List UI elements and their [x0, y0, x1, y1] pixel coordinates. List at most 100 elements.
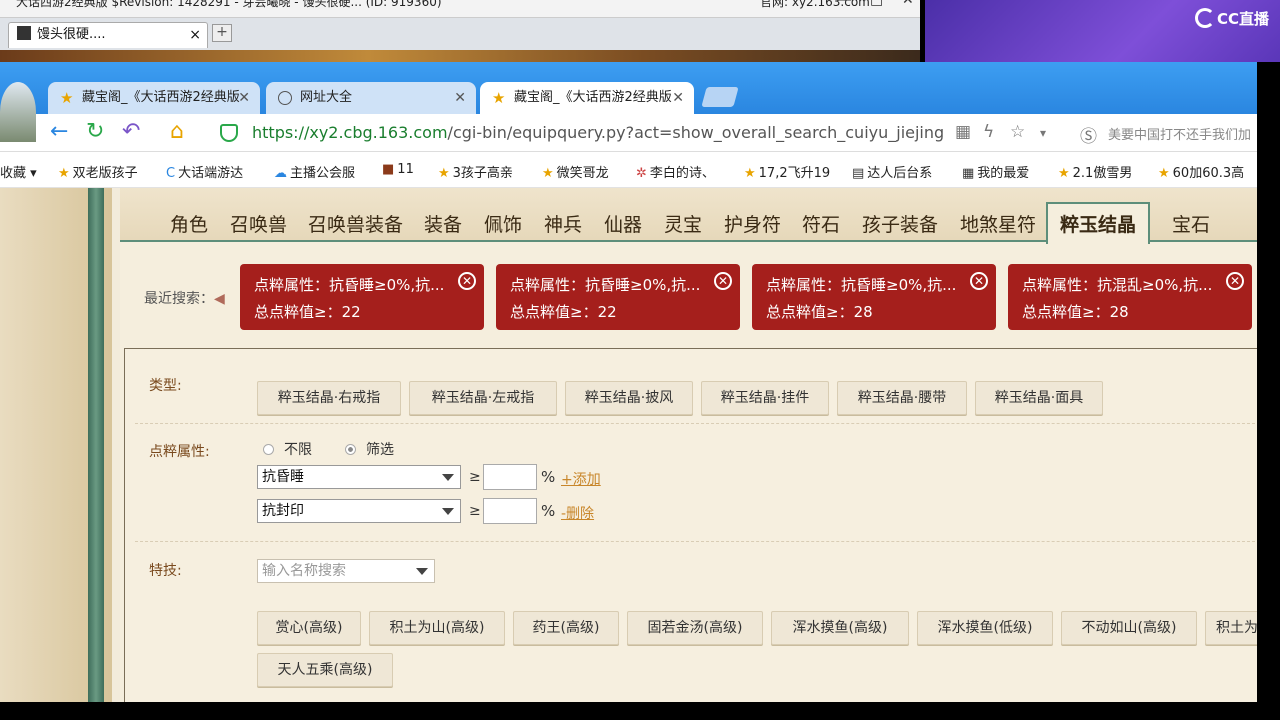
recent-search-chip[interactable]: 点粹属性：抗混乱≥0%,抗... 总点粹值≥：28 ✕ — [1008, 264, 1252, 330]
search-engine-icon[interactable]: Ⓢ — [1080, 122, 1097, 147]
bookmark-item[interactable]: 收藏 ▾ — [0, 162, 37, 181]
bookmark-item[interactable]: ▤ 达人后台系 — [852, 162, 932, 181]
bookmark-item[interactable]: ▦ 我的最爱 — [962, 162, 1029, 181]
skill-option[interactable]: 药王(高级) — [513, 611, 619, 645]
close-window-button[interactable]: ✕ — [902, 0, 914, 7]
new-tab-button[interactable]: + — [212, 24, 232, 42]
bookmark-item[interactable]: ★ 3孩子高亲 — [438, 162, 513, 181]
type-option-left-ring[interactable]: 粹玉结晶·左戒指 — [409, 381, 557, 415]
attr-value-input-2[interactable] — [483, 498, 537, 524]
chip-line-2: 总点粹值≥：22 — [510, 303, 617, 321]
url-field[interactable]: https://xy2.cbg.163.com/cgi-bin/equipque… — [252, 123, 944, 142]
skill-option[interactable]: 积土为山(高级) — [369, 611, 505, 645]
recent-search-chip[interactable]: 点粹属性：抗昏睡≥0%,抗... 总点粹值≥：22 ✕ — [240, 264, 484, 330]
skill-search-select[interactable]: 输入名称搜索 — [257, 559, 435, 583]
tab-immortal-item[interactable]: 仙器 — [604, 210, 642, 237]
home-icon[interactable]: ⌂ — [170, 120, 184, 144]
undo-icon[interactable]: ↶ — [122, 120, 140, 144]
refresh-icon[interactable]: ↻ — [86, 120, 104, 144]
skill-option[interactable]: 不动如山(高级) — [1061, 611, 1197, 645]
skill-option[interactable]: 浑水摸鱼(高级) — [771, 611, 909, 645]
type-option-mask[interactable]: 粹玉结晶·面具 — [975, 381, 1103, 415]
bottom-black-bar — [0, 702, 1280, 720]
minimize-button[interactable]: — — [838, 0, 852, 7]
recent-search-chip[interactable]: 点粹属性：抗昏睡≥0%,抗... 总点粹值≥：28 ✕ — [752, 264, 996, 330]
game-scene-strip — [0, 50, 920, 62]
bookmark-item[interactable]: ★ 60加60.3高 — [1158, 162, 1244, 181]
skill-option-partial[interactable]: 积土为 — [1205, 611, 1257, 645]
close-icon[interactable]: ✕ — [238, 82, 250, 114]
bookmark-label: 3孩子高亲 — [452, 166, 513, 181]
tab-cuiyu-crystal[interactable]: 粹玉结晶 — [1046, 202, 1151, 244]
close-icon[interactable]: ✕ — [714, 272, 732, 290]
bookmarks-bar: 收藏 ▾ ★ 双老版孩子 C 大话端游达 ☁ 主播公会服 ■ 11 ★ 3孩子高亲 ★ 微笑… — [0, 152, 1257, 188]
tab-summon-equip[interactable]: 召唤兽装备 — [308, 210, 403, 237]
close-icon[interactable]: ✕ — [672, 82, 684, 114]
bookmark-label: 微笑哥龙 — [556, 166, 609, 181]
add-attr-link[interactable]: +添加 — [561, 469, 601, 489]
radio-filter[interactable]: 筛选 — [345, 439, 394, 459]
search-input[interactable]: 美要中国打不还手我们加 — [1108, 124, 1251, 143]
c-logo-icon: C — [166, 166, 176, 181]
star-chick-icon: ★ — [744, 166, 756, 181]
tab-amulet[interactable]: 护身符 — [724, 210, 781, 237]
new-tab-button[interactable] — [701, 87, 739, 107]
game-tab[interactable]: 馒头很硬.... × — [8, 22, 208, 48]
type-option-cape[interactable]: 粹玉结晶·披风 — [565, 381, 693, 415]
skill-option[interactable]: 固若金汤(高级) — [627, 611, 763, 645]
bookmark-item[interactable]: ★ 双老版孩子 — [58, 162, 138, 181]
tab-spirit-treasure[interactable]: 灵宝 — [664, 210, 702, 237]
url-host: https://xy2.cbg.163.com — [252, 123, 448, 142]
tab-child-equip[interactable]: 孩子装备 — [862, 210, 938, 237]
close-icon[interactable]: ✕ — [970, 272, 988, 290]
type-option-right-ring[interactable]: 粹玉结晶·右戒指 — [257, 381, 401, 415]
recent-search-chip[interactable]: 点粹属性：抗昏睡≥0%,抗... 总点粹值≥：22 ✕ — [496, 264, 740, 330]
remove-attr-link[interactable]: -删除 — [561, 503, 594, 523]
page-body: 角色 召唤兽 召唤兽装备 装备 佩饰 神兵 仙器 灵宝 护身符 符石 孩子装备 … — [0, 188, 1257, 702]
skill-option[interactable]: 天人五乘(高级) — [257, 653, 393, 687]
lightning-icon[interactable]: ϟ — [983, 122, 994, 142]
tab-rune-stone[interactable]: 符石 — [802, 210, 840, 237]
browser-tab-1[interactable]: ★ 藏宝阁_《大话西游2经典版 ✕ — [48, 82, 260, 114]
maximize-button[interactable]: □ — [870, 0, 883, 7]
close-icon[interactable]: ✕ — [454, 82, 466, 114]
close-icon[interactable]: ✕ — [458, 272, 476, 290]
skill-option[interactable]: 赏心(高级) — [257, 611, 361, 645]
tab-weapon[interactable]: 神兵 — [544, 210, 582, 237]
chevron-down-icon[interactable]: ▾ — [1040, 126, 1046, 140]
attr-value-input-1[interactable] — [483, 464, 537, 490]
close-icon[interactable]: × — [189, 23, 201, 47]
bookmark-item[interactable]: ★ 2.1傲雪男 — [1058, 162, 1132, 181]
radio-unlimited[interactable]: 不限 — [263, 439, 312, 459]
browser-tab-2[interactable]: 网址大全 ✕ — [266, 82, 476, 114]
close-icon[interactable]: ✕ — [1226, 272, 1244, 290]
tab-summon-beast[interactable]: 召唤兽 — [230, 210, 287, 237]
divider — [135, 423, 1255, 424]
tab-role[interactable]: 角色 — [170, 210, 208, 237]
skill-placeholder: 输入名称搜索 — [262, 563, 346, 579]
chip-line-2: 总点粹值≥：28 — [766, 303, 873, 321]
back-icon[interactable]: ← — [50, 120, 68, 144]
type-option-belt[interactable]: 粹玉结晶·腰带 — [837, 381, 967, 415]
tab-accessory[interactable]: 佩饰 — [484, 210, 522, 237]
bookmark-item[interactable]: ☁ 主播公会服 — [274, 162, 355, 181]
grid-icon[interactable]: ▦ — [955, 122, 971, 142]
bookmark-item[interactable]: ★ 17,2飞升19 — [744, 162, 830, 181]
bookmark-label: 11 — [397, 162, 414, 177]
tab-equipment[interactable]: 装备 — [424, 210, 462, 237]
type-option-pendant[interactable]: 粹玉结晶·挂件 — [701, 381, 829, 415]
browser-tab-3-active[interactable]: ★ 藏宝阁_《大话西游2经典版 ✕ — [480, 82, 694, 114]
tab-gem[interactable]: 宝石 — [1172, 210, 1210, 237]
bookmark-item[interactable]: ■ 11 — [382, 162, 414, 177]
attr-select-2[interactable]: 抗封印 — [257, 499, 461, 523]
bookmark-item[interactable]: C 大话端游达 — [166, 162, 243, 181]
user-avatar[interactable] — [0, 82, 36, 142]
bookmark-item[interactable]: ★ 微笑哥龙 — [542, 162, 609, 181]
tab-star-talisman[interactable]: 地煞星符 — [960, 210, 1036, 237]
skill-option[interactable]: 浑水摸鱼(低级) — [917, 611, 1053, 645]
star-icon[interactable]: ☆ — [1010, 122, 1025, 142]
star-chick-icon: ★ — [1058, 166, 1070, 181]
left-decoration — [0, 188, 112, 702]
attr-select-1[interactable]: 抗昏睡 — [257, 465, 461, 489]
bookmark-item[interactable]: ✲ 李白的诗、 — [636, 162, 715, 181]
